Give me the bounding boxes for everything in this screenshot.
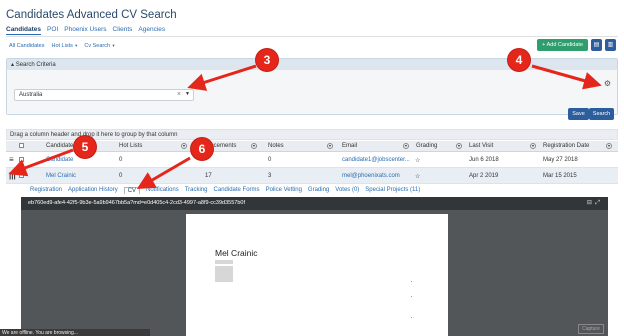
arrow-4 [531, 64, 602, 90]
arrow-3 [187, 64, 257, 91]
arrow-5 [8, 148, 74, 177]
callout-3: 3 [256, 49, 278, 71]
arrow-6 [136, 156, 191, 190]
callout-6: 6 [191, 138, 213, 160]
annotation-arrows [8, 64, 602, 190]
callout-4: 4 [508, 49, 530, 71]
callout-5: 5 [74, 136, 96, 158]
